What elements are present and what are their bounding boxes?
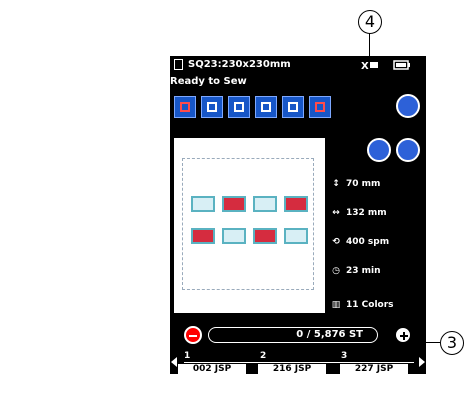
pattern-row-1 [191, 196, 309, 220]
segment-label-1: 1 [184, 351, 191, 361]
battery-icon [392, 58, 414, 72]
left-arrow-icon[interactable] [171, 357, 177, 367]
segment-line [184, 362, 414, 363]
callout-3: 3 [440, 331, 464, 355]
stitch-counter-row: 0 / 5,876 ST [170, 324, 426, 348]
rotate-button[interactable] [367, 138, 391, 162]
decrease-button[interactable] [184, 326, 202, 344]
increase-button[interactable] [394, 326, 412, 344]
segment-label-3: 3 [341, 351, 348, 361]
height-measure: ↕ 70 mm [330, 179, 380, 189]
pattern-tile [253, 196, 277, 212]
speed-icon: ⟲ [332, 237, 340, 247]
pattern-preview [174, 138, 325, 313]
ready-status: Ready to Sew [170, 76, 247, 87]
document-icon [174, 59, 183, 70]
width-measure: ↔ 132 mm [330, 208, 386, 218]
segment-value-1[interactable]: 002 JSP [178, 364, 246, 374]
tool-button-3[interactable] [228, 96, 250, 118]
segment-value-3[interactable]: 227 JSP [340, 364, 408, 374]
clock-icon: ◷ [332, 266, 340, 276]
title-bar: SQ23:230x230mm X [170, 56, 426, 74]
width-icon: ↔ [332, 208, 340, 218]
pattern-tile [284, 228, 308, 244]
toolbar [170, 92, 426, 122]
pattern-tile [222, 196, 246, 212]
height-icon: ↕ [332, 179, 340, 189]
tool-button-1[interactable] [174, 96, 196, 118]
tool-button-4[interactable] [255, 96, 277, 118]
pattern-tile [284, 196, 308, 212]
callout-4: 4 [358, 10, 382, 34]
colors-measure: ▥ 11 Colors [331, 300, 394, 310]
sewing-machine-screen: SQ23:230x230mm X Ready to Sew ↕ 70 mm ↔ … [170, 56, 426, 374]
speed-measure: ⟲ 400 spm [330, 237, 389, 247]
pattern-tile [222, 228, 246, 244]
thread-icon: ▥ [331, 300, 341, 310]
pattern-tile [191, 196, 215, 212]
pattern-frame [182, 158, 314, 290]
tool-button-6[interactable] [309, 96, 331, 118]
segment-value-2[interactable]: 216 JSP [258, 364, 326, 374]
pattern-title: SQ23:230x230mm [188, 59, 291, 70]
tool-button-2[interactable] [201, 96, 223, 118]
time-measure: ◷ 23 min [330, 266, 380, 276]
pattern-row-2 [191, 228, 309, 252]
pattern-tile [191, 228, 215, 244]
settings-button[interactable] [396, 94, 420, 118]
pattern-tile [253, 228, 277, 244]
tool-button-5[interactable] [282, 96, 304, 118]
right-arrow-icon[interactable] [419, 357, 425, 367]
speed-icon: X [360, 58, 382, 72]
svg-text:X: X [361, 61, 369, 72]
stitch-counter: 0 / 5,876 ST [208, 327, 378, 343]
segment-label-2: 2 [260, 351, 267, 361]
segment-bar: 1 2 3 002 JSP 216 JSP 227 JSP [170, 351, 426, 374]
grid-button[interactable] [396, 138, 420, 162]
